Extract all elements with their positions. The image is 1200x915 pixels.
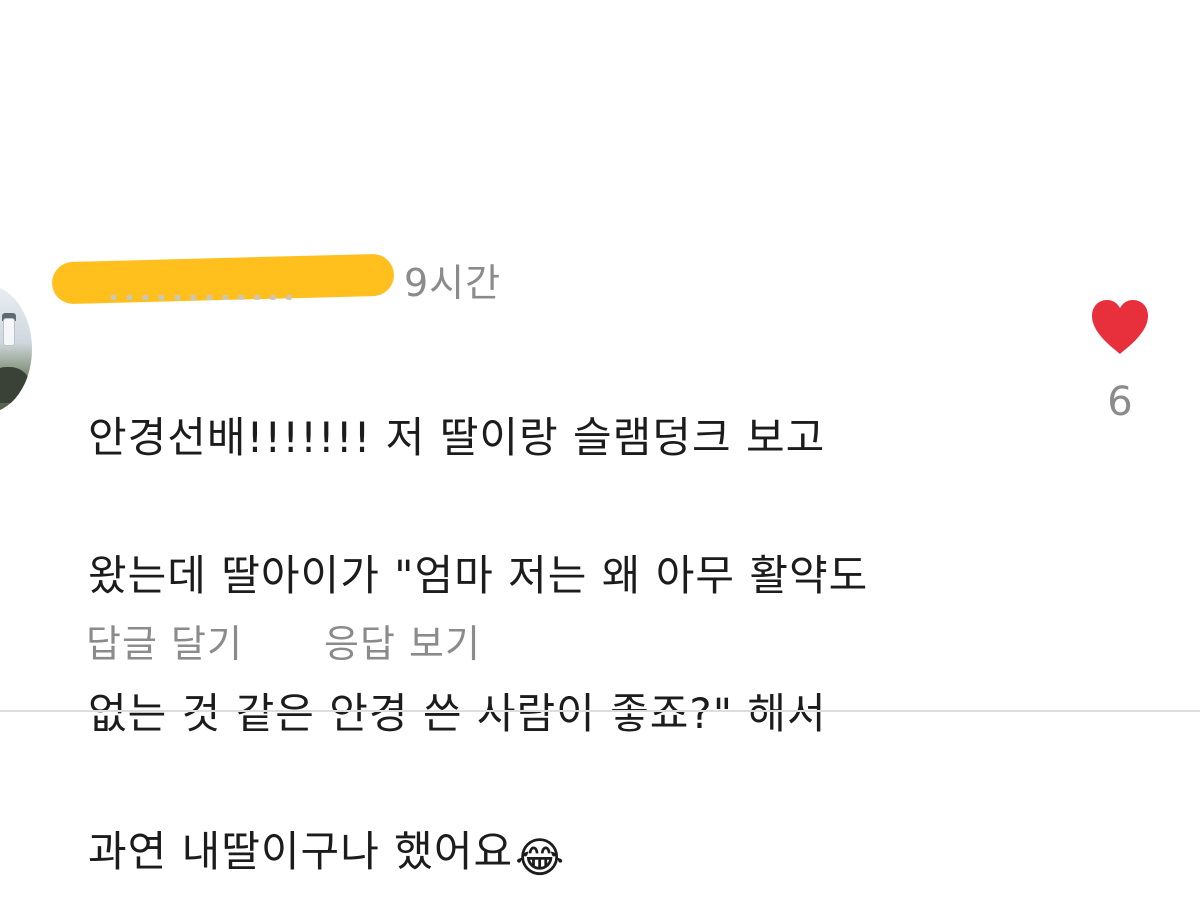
avatar-rock — [0, 367, 30, 403]
comment-line-2: 왔는데 딸아이가 "엄마 저는 왜 아무 활약도 — [88, 551, 869, 600]
comment-item: ▪ ▪ ▪ ▪ ▪ ▪ ▪ ▪ ▪ ▪ ▪ ▪ 9시간 안경선배!!!!!!! … — [0, 0, 1200, 915]
divider — [0, 710, 1200, 712]
comment-line-4: 과연 내딸이구나 했어요 — [88, 827, 514, 876]
comment-line-3: 없는 것 같은 안경 쓴 사람이 좋죠?" 해서 — [88, 689, 827, 738]
comment-body: 안경선배!!!!!!! 저 딸이랑 슬램덩크 보고 왔는데 딸아이가 "엄마 저… — [88, 334, 1068, 892]
heart-icon[interactable] — [1088, 298, 1152, 356]
avatar[interactable] — [0, 285, 32, 413]
comment-timestamp: 9시간 — [404, 261, 502, 305]
avatar-tower — [4, 319, 14, 345]
comment-line-1: 안경선배!!!!!!! 저 딸이랑 슬램덩크 보고 — [88, 413, 826, 462]
tears-of-joy-icon: 😂 — [515, 833, 566, 882]
reply-button[interactable]: 답글 달기 — [86, 616, 243, 672]
like-count: 6 — [1107, 379, 1133, 425]
username-hidden: ▪ ▪ ▪ ▪ ▪ ▪ ▪ ▪ ▪ ▪ ▪ ▪ — [110, 292, 296, 302]
view-replies-button[interactable]: 응답 보기 — [324, 616, 481, 672]
heart-shape — [1092, 300, 1148, 354]
